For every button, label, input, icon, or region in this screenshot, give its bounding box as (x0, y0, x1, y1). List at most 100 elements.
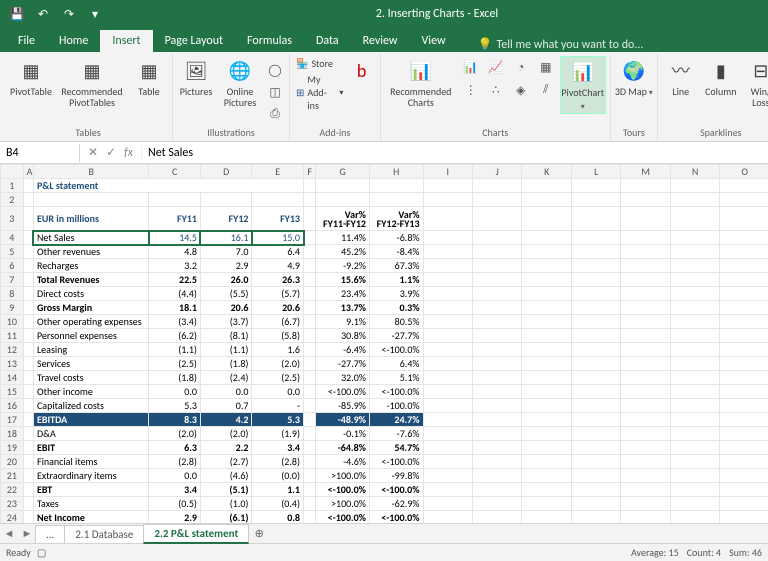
col-header[interactable]: K (522, 165, 571, 179)
row-header[interactable]: 7 (1, 273, 24, 287)
sheet-tab-pl-statement[interactable]: 2.2 P&L statement (143, 524, 249, 544)
3d-map-button[interactable]: 🌍3D Map (615, 56, 653, 99)
col-header[interactable]: O (720, 165, 768, 179)
table-button[interactable]: ▦Table (130, 56, 168, 97)
row-header[interactable]: 6 (1, 259, 24, 273)
col-header[interactable]: N (670, 165, 719, 179)
col-header[interactable]: A (23, 165, 33, 179)
macro-record-icon[interactable]: ▢ (37, 546, 46, 559)
row-header[interactable]: 20 (1, 455, 24, 469)
row-header[interactable]: 18 (1, 427, 24, 441)
stat-chart-icon[interactable]: ⋮ (459, 79, 483, 101)
treemap-icon[interactable]: ▦ (534, 56, 558, 78)
row-header[interactable]: 2 (1, 193, 24, 207)
screenshot-icon[interactable]: ⎙ (265, 104, 285, 124)
col-header[interactable]: I (423, 165, 472, 179)
row-header[interactable]: 11 (1, 329, 24, 343)
formula-bar[interactable]: Net Sales (142, 144, 768, 162)
sparkline-column-button[interactable]: ▮Column (702, 56, 740, 97)
col-header[interactable]: C (149, 165, 201, 179)
store-button[interactable]: 🏪Store (294, 56, 345, 71)
surface-chart-icon[interactable]: ◈ (509, 79, 533, 101)
shapes-icon[interactable]: ◯ (265, 60, 285, 80)
row-header[interactable]: 12 (1, 343, 24, 357)
sheet-nav-prev[interactable]: ◄ (0, 527, 18, 540)
col-header[interactable]: M (621, 165, 670, 179)
bing-maps-button[interactable]: b (347, 56, 375, 84)
line-chart-icon[interactable]: 📈 (484, 56, 508, 78)
sparkline-column-icon: ▮ (708, 58, 734, 84)
pivotchart-icon: 📊 (570, 59, 596, 85)
pivottable-button[interactable]: ▦PivotTable (8, 56, 54, 97)
save-icon[interactable]: 💾 (6, 3, 28, 25)
online-pictures-button[interactable]: 🌐Online Pictures (217, 56, 263, 108)
tab-home[interactable]: Home (47, 30, 100, 52)
row-header[interactable]: 8 (1, 287, 24, 301)
col-header[interactable]: B (33, 165, 148, 179)
row-header[interactable]: 1 (1, 179, 24, 193)
pivotchart-button[interactable]: 📊PivotChart (560, 56, 606, 114)
ribbon-tabs: File Home Insert Page Layout Formulas Da… (0, 28, 768, 52)
name-box[interactable]: B4 (0, 144, 80, 162)
undo-icon[interactable]: ↶ (32, 3, 54, 25)
row-header[interactable]: 3 (1, 207, 24, 231)
row-header[interactable]: 21 (1, 469, 24, 483)
tab-formulas[interactable]: Formulas (235, 30, 304, 52)
pictures-button[interactable]: 🖼Pictures (177, 56, 215, 97)
tab-insert[interactable]: Insert (100, 30, 152, 52)
addins-icon: ⊞ (296, 86, 304, 99)
worksheet-grid[interactable]: ABCDEFGHIJKLMNO1P&L statement23EUR in mi… (0, 164, 768, 523)
column-chart-icon[interactable]: 📊 (459, 56, 483, 78)
col-header[interactable]: D (200, 165, 252, 179)
fx-icon[interactable]: fx (124, 146, 133, 160)
tab-page-layout[interactable]: Page Layout (153, 30, 235, 52)
online-pictures-icon: 🌐 (227, 58, 253, 84)
group-charts: Charts (482, 125, 508, 141)
row-header[interactable]: 10 (1, 315, 24, 329)
group-tours: Tours (623, 125, 645, 141)
quick-access-toolbar: 💾 ↶ ↷ ▾ (0, 3, 106, 25)
tab-review[interactable]: Review (351, 30, 410, 52)
row-header[interactable]: 24 (1, 511, 24, 524)
tab-view[interactable]: View (410, 30, 458, 52)
enter-icon[interactable]: ✓ (106, 145, 116, 160)
col-header[interactable]: F (304, 165, 316, 179)
cancel-icon[interactable]: ✕ (88, 145, 98, 160)
row-header[interactable]: 23 (1, 497, 24, 511)
row-header[interactable]: 9 (1, 301, 24, 315)
row-header[interactable]: 13 (1, 357, 24, 371)
col-header[interactable]: L (571, 165, 620, 179)
my-addins-button[interactable]: ⊞My Add-ins ▾ (294, 72, 345, 113)
sheet-tab-database[interactable]: 2.1 Database (64, 525, 144, 543)
col-header[interactable]: E (252, 165, 304, 179)
recommended-charts-button[interactable]: 📊Recommended Charts (385, 56, 457, 108)
scatter-chart-icon[interactable]: ∴ (484, 79, 508, 101)
col-header[interactable]: H (369, 165, 423, 179)
row-header[interactable]: 17 (1, 413, 24, 427)
qat-customize-icon[interactable]: ▾ (84, 3, 106, 25)
row-header[interactable]: 14 (1, 371, 24, 385)
tab-data[interactable]: Data (304, 30, 351, 52)
tab-file[interactable]: File (6, 30, 47, 52)
pie-chart-icon[interactable]: ◔ (509, 56, 533, 78)
row-header[interactable]: 16 (1, 399, 24, 413)
new-sheet-button[interactable]: ⊕ (249, 527, 269, 540)
row-header[interactable]: 15 (1, 385, 24, 399)
row-header[interactable]: 4 (1, 231, 24, 245)
row-header[interactable]: 19 (1, 441, 24, 455)
sheet-nav-next[interactable]: ► (18, 527, 36, 540)
status-ready: Ready (6, 546, 31, 559)
tell-me-search[interactable]: 💡 Tell me what you want to do... (478, 37, 644, 52)
recommended-pivottables-button[interactable]: ▦Recommended PivotTables (56, 56, 128, 108)
sparkline-line-button[interactable]: 〰Line (662, 56, 700, 97)
row-header[interactable]: 5 (1, 245, 24, 259)
col-header[interactable]: J (473, 165, 522, 179)
combo-chart-icon[interactable]: ⫽ (534, 79, 558, 101)
window-title: 2. Inserting Charts - Excel (106, 7, 768, 21)
col-header[interactable]: G (316, 165, 370, 179)
redo-icon[interactable]: ↷ (58, 3, 80, 25)
smartart-icon[interactable]: ◫ (265, 82, 285, 102)
row-header[interactable]: 22 (1, 483, 24, 497)
sparkline-winloss-button[interactable]: ⊟Win/ Loss (742, 56, 768, 108)
sheet-tab-hidden[interactable]: ... (35, 525, 65, 543)
